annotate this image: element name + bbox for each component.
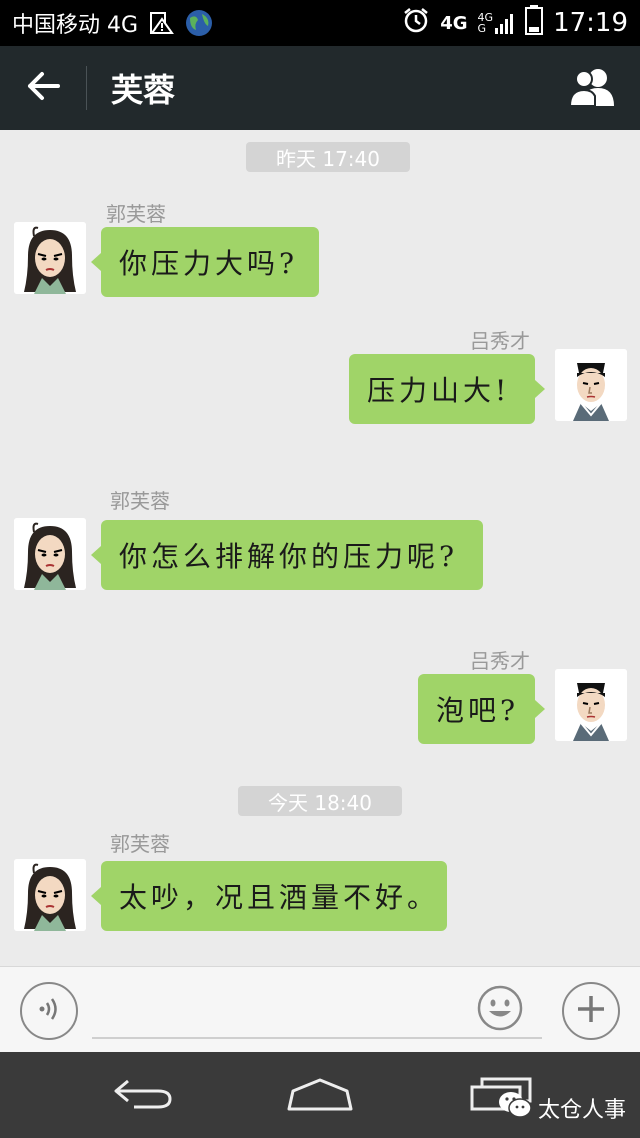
globe-icon: [184, 8, 214, 38]
arrow-left-icon: [26, 71, 60, 105]
chat-title: 芙蓉: [111, 71, 176, 109]
sender-name: 郭芙蓉: [110, 832, 170, 856]
input-bar: [0, 966, 640, 1052]
wechat-icon: [498, 1090, 532, 1126]
clock-label: 17:19: [553, 8, 628, 38]
more-actions-button[interactable]: [562, 982, 620, 1040]
system-nav-bar: 太仓人事: [0, 1052, 640, 1138]
chat-area[interactable]: 昨天 17:40 郭芙蓉 你压力大吗? 吕秀才 压力山大! 郭芙蓉 你怎么排解你…: [0, 130, 640, 966]
message-bubble-incoming[interactable]: 你怎么排解你的压力呢?: [91, 520, 483, 590]
status-left: 中国移动 4G: [0, 7, 214, 39]
watermark: 太仓人事: [498, 1090, 626, 1126]
signal-icon: 4G G: [478, 12, 516, 34]
avatar-lv-xiucai[interactable]: [555, 349, 627, 421]
carrier-label: 中国移动 4G: [12, 13, 139, 38]
message-bubble-incoming[interactable]: 太吵，况且酒量不好。: [91, 861, 447, 931]
nav-back-button[interactable]: [108, 1074, 178, 1118]
sender-name: 吕秀才: [470, 329, 530, 353]
message-bubble-outgoing[interactable]: 压力山大!: [349, 354, 545, 424]
message-bubble-outgoing[interactable]: 泡吧?: [418, 674, 545, 744]
battery-icon: [525, 5, 544, 41]
network-4g-label: 4G: [440, 12, 468, 34]
alarm-icon: [402, 6, 430, 40]
sender-name: 郭芙蓉: [106, 202, 166, 226]
voice-input-button[interactable]: [20, 982, 78, 1040]
voice-icon: [34, 994, 64, 1028]
avatar-guo-furong[interactable]: [14, 222, 86, 294]
nav-home-button[interactable]: [285, 1074, 355, 1118]
nav-back-icon: [112, 1077, 174, 1115]
avatar-guo-furong[interactable]: [14, 518, 86, 590]
avatar-guo-furong[interactable]: [14, 859, 86, 931]
home-icon: [285, 1077, 355, 1115]
warning-icon: [148, 11, 174, 35]
emoji-button[interactable]: [476, 984, 524, 1032]
message-bubble-incoming[interactable]: 你压力大吗?: [91, 227, 319, 297]
timestamp: 今天 18:40: [238, 786, 402, 816]
timestamp: 昨天 17:40: [246, 142, 410, 172]
sender-name: 吕秀才: [470, 649, 530, 673]
watermark-label: 太仓人事: [537, 1098, 626, 1123]
title-divider: [86, 66, 87, 110]
people-icon: [568, 66, 618, 110]
chat-info-button[interactable]: [568, 64, 618, 112]
sender-name: 郭芙蓉: [110, 489, 170, 513]
back-button[interactable]: [0, 46, 86, 130]
title-bar: 芙蓉: [0, 46, 640, 130]
plus-icon: [575, 993, 607, 1029]
status-bar: 中国移动 4G 4G 4G G 17:19: [0, 0, 640, 46]
message-input[interactable]: [92, 981, 542, 1039]
smiley-icon: [476, 985, 524, 1036]
status-right: 4G 4G G 17:19: [402, 0, 628, 46]
avatar-lv-xiucai[interactable]: [555, 669, 627, 741]
network-bottom-label: G: [477, 22, 487, 35]
